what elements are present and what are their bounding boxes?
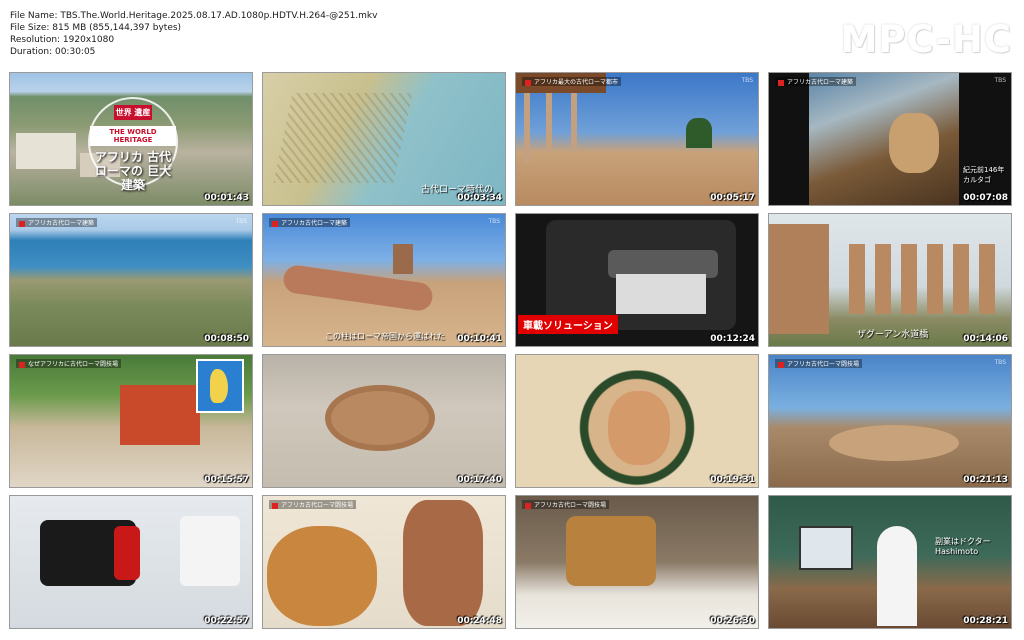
timestamp: 00:10:41 [457,334,502,344]
caption: この柱はローマ帝国から運ばれた [325,332,445,341]
thumbnail-15[interactable]: アフリカ古代ローマ闘技場 00:26:30 [515,495,759,629]
timestamp: 00:03:34 [457,193,502,203]
tbs-watermark: TBS [741,77,753,84]
timestamp: 00:05:17 [710,193,755,203]
timestamp: 00:08:50 [204,334,249,344]
thumbnail-3[interactable]: アフリカ最大の古代ローマ都市 TBS 00:05:17 [515,72,759,206]
timestamp: 00:24:48 [457,616,502,626]
segment-tag: アフリカ古代ローマ闘技場 [775,359,863,368]
map-inset [196,359,244,413]
file-name: File Name: TBS.The.World.Heritage.2025.0… [10,11,378,21]
timestamp: 00:15:57 [204,475,249,485]
program-title-logo: 世界 遺産 THE WORLD HERITAGE アフリカ 古代ローマの 巨大建… [88,97,178,192]
thumbnail-11[interactable]: 00:19:31 [515,354,759,488]
timestamp: 00:21:13 [963,475,1008,485]
timestamp: 00:28:21 [963,616,1008,626]
segment-tag: アフリカ古代ローマ建築 [269,218,351,227]
tbs-watermark: TBS [994,359,1006,366]
file-info: File Name: TBS.The.World.Heritage.2025.0… [10,10,377,58]
resolution: Resolution: 1920x1080 [10,35,115,45]
caption: ザグーアン水道橋 [857,330,929,340]
thumbnail-10[interactable]: 00:17:40 [262,354,506,488]
segment-tag: アフリカ古代ローマ建築 [775,77,857,86]
timestamp: 00:12:24 [710,334,755,344]
timestamp: 00:22:57 [204,616,249,626]
thumbnail-14[interactable]: アフリカ古代ローマ闘技場 00:24:48 [262,495,506,629]
segment-tag: アフリカ最大の古代ローマ都市 [522,77,622,86]
timestamp: 00:19:31 [710,475,755,485]
caption: 紀元前146年 カルタゴ [963,166,1005,184]
timestamp: 00:14:06 [963,334,1008,344]
timestamp: 00:17:40 [457,475,502,485]
tbs-watermark: TBS [235,218,247,225]
thumbnail-7[interactable]: 車載ソリューション 00:12:24 [515,213,759,347]
thumbnail-8[interactable]: ザグーアン水道橋 00:14:06 [768,213,1012,347]
timestamp: 00:26:30 [710,616,755,626]
mpc-hc-logo: MPC-HC [840,18,1012,61]
segment-tag: アフリカ古代ローマ闘技場 [269,500,357,509]
caption: 副業はドクター Hashimoto [935,537,991,556]
coastal-ruins-scene [10,214,252,346]
thumbnail-16[interactable]: 副業はドクター Hashimoto 00:28:21 [768,495,1012,629]
thumbnail-grid: 世界 遺産 THE WORLD HERITAGE アフリカ 古代ローマの 巨大建… [9,72,1012,629]
thumbnail-4[interactable]: アフリカ古代ローマ建築 TBS 紀元前146年 カルタゴ 00:07:08 [768,72,1012,206]
thumbnail-6[interactable]: アフリカ古代ローマ建築 TBS この柱はローマ帝国から運ばれた 00:10:41 [262,213,506,347]
world-heritage-badge: 世界 遺産 [113,105,153,120]
file-size: File Size: 815 MB (855,144,397 bytes) [10,23,182,33]
segment-tag: アフリカ古代ローマ闘技場 [522,500,610,509]
thumbnail-2[interactable]: 古代ローマ時代の 00:03:34 [262,72,506,206]
the-world-heritage-badge: THE WORLD HERITAGE [90,126,176,146]
duration: Duration: 00:30:05 [10,47,96,57]
thumbnail-1[interactable]: 世界 遺産 THE WORLD HERITAGE アフリカ 古代ローマの 巨大建… [9,72,253,206]
thumbnail-9[interactable]: なぜアフリカに古代ローマ闘技場 00:15:57 [9,354,253,488]
tbs-watermark: TBS [994,77,1006,84]
timestamp: 00:07:08 [963,193,1008,203]
thumbnail-5[interactable]: アフリカ古代ローマ建築 TBS 00:08:50 [9,213,253,347]
segment-tag: なぜアフリカに古代ローマ闘技場 [16,359,122,368]
arena-interior-scene [769,355,1011,487]
segment-tag: アフリカ古代ローマ建築 [16,218,98,227]
episode-title: アフリカ 古代ローマの 巨大建築 [94,150,172,192]
timestamp: 00:01:43 [204,193,249,203]
tbs-watermark: TBS [488,218,500,225]
thumbnail-13[interactable]: 00:22:57 [9,495,253,629]
ad-banner: 車載ソリューション [518,315,618,334]
thumbnail-12[interactable]: アフリカ古代ローマ闘技場 TBS 00:21:13 [768,354,1012,488]
